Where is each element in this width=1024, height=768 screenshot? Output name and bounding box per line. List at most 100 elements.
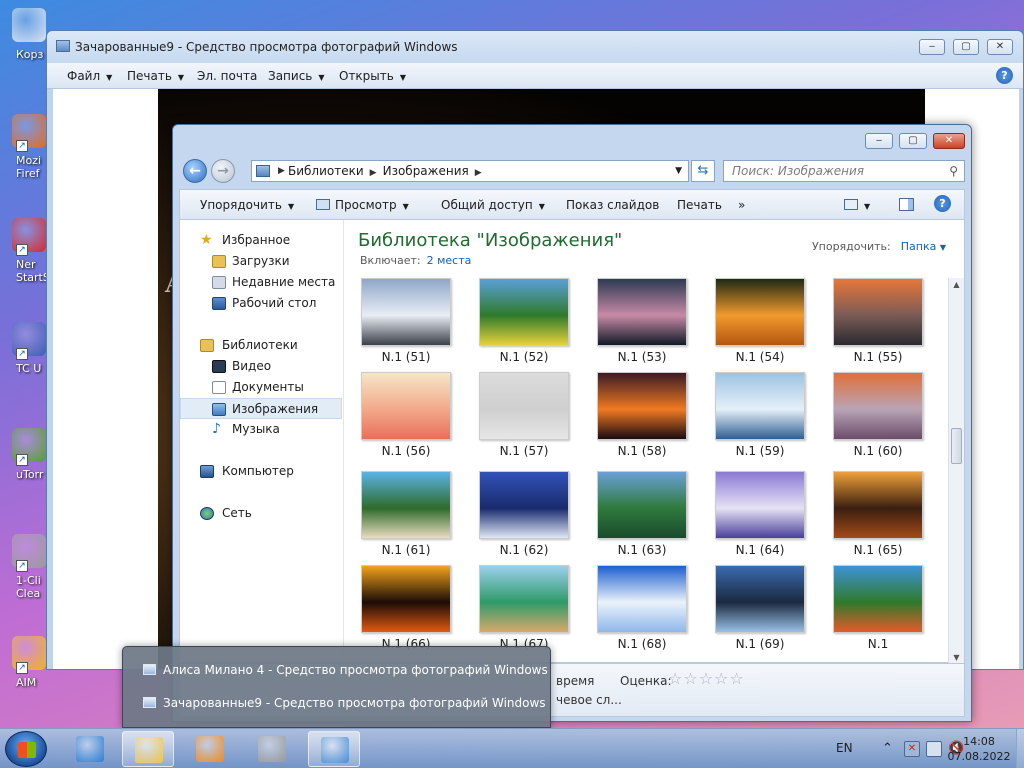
nav-desktop[interactable]: Рабочий стол <box>180 293 342 314</box>
menu-burn[interactable]: Запись ▼ <box>268 69 325 83</box>
image-tile[interactable]: N.1 (51) <box>360 278 452 374</box>
help-icon[interactable]: ? <box>996 67 1013 84</box>
image-tile[interactable]: N.1 (58) <box>596 372 688 468</box>
taskbar-button[interactable] <box>184 731 236 767</box>
breadcrumb-libraries[interactable]: Библиотеки <box>288 164 364 178</box>
image-tile[interactable]: N.1 (62) <box>478 471 570 567</box>
star-icon[interactable]: ☆ <box>683 669 698 688</box>
image-tile[interactable]: N.1 (61) <box>360 471 452 567</box>
nav-network[interactable]: Сеть <box>180 503 342 524</box>
nav-video[interactable]: Видео <box>180 356 342 377</box>
image-thumbnail[interactable] <box>833 471 923 539</box>
menu-print[interactable]: Печать ▼ <box>127 69 184 83</box>
search-input[interactable]: Поиск: Изображения ⚲ <box>723 160 965 182</box>
print-button[interactable]: Печать <box>677 198 722 212</box>
image-thumbnail[interactable] <box>361 471 451 539</box>
explorer-titlebar[interactable]: ‒ ▢ ✕ <box>173 125 971 155</box>
taskbar-button[interactable] <box>246 731 298 767</box>
tray-arrow-icon[interactable]: ⌃ <box>882 741 898 757</box>
desktop-shortcut[interactable]: ↗ uTorr <box>0 424 48 504</box>
image-thumbnail[interactable] <box>597 565 687 633</box>
scroll-thumb[interactable] <box>951 428 962 464</box>
minimize-button[interactable]: ‒ <box>919 39 945 55</box>
menu-email[interactable]: Эл. почта <box>197 69 257 83</box>
language-indicator[interactable]: EN <box>836 741 853 755</box>
image-thumbnail[interactable] <box>715 278 805 346</box>
action-center-icon[interactable] <box>926 741 942 757</box>
network-status-icon[interactable]: ✕ <box>904 741 920 757</box>
image-thumbnail[interactable] <box>479 471 569 539</box>
image-thumbnail[interactable] <box>361 278 451 346</box>
image-tile[interactable]: N.1 (63) <box>596 471 688 567</box>
image-tile[interactable]: N.1 (60) <box>832 372 924 468</box>
nav-downloads[interactable]: Загрузки <box>180 251 342 272</box>
scroll-up-icon[interactable]: ▲ <box>949 280 964 289</box>
search-icon[interactable]: ⚲ <box>949 161 958 181</box>
image-thumbnail[interactable] <box>361 565 451 633</box>
more-commands-button[interactable]: » <box>738 198 745 212</box>
image-thumbnail[interactable] <box>715 372 805 440</box>
back-button[interactable]: ← <box>183 159 207 183</box>
organize-button[interactable]: Упорядочить ▼ <box>200 198 294 212</box>
image-tile[interactable]: N.1 (64) <box>714 471 806 567</box>
minimize-button[interactable]: ‒ <box>865 133 893 149</box>
desktop-shortcut[interactable]: Корз <box>0 4 48 84</box>
desktop-shortcut[interactable]: ↗ Mozi Firef <box>0 110 48 190</box>
taskbar-button[interactable] <box>308 731 360 767</box>
maximize-button[interactable]: ▢ <box>899 133 927 149</box>
forward-button[interactable]: → <box>211 159 235 183</box>
refresh-button[interactable]: ⇆ <box>691 160 715 182</box>
image-tile[interactable]: N.1 (56) <box>360 372 452 468</box>
nav-music[interactable]: ♪ Музыка <box>180 419 342 440</box>
vertical-scrollbar[interactable]: ▲ ▼ <box>948 278 964 664</box>
image-tile[interactable]: N.1 (52) <box>478 278 570 374</box>
menu-file[interactable]: Файл ▼ <box>67 69 112 83</box>
image-tile[interactable]: N.1 (59) <box>714 372 806 468</box>
image-thumbnail[interactable] <box>479 278 569 346</box>
window-list-item[interactable]: Алиса Милано 4 - Средство просмотра фото… <box>141 659 548 681</box>
nav-computer[interactable]: Компьютер <box>180 461 342 482</box>
address-bar[interactable]: ▶ Библиотеки ▶ Изображения ▶ ▼ <box>251 160 689 182</box>
close-button[interactable]: ✕ <box>933 133 965 149</box>
star-icon[interactable]: ☆ <box>729 669 744 688</box>
image-thumbnail[interactable] <box>597 278 687 346</box>
image-thumbnail[interactable] <box>715 471 805 539</box>
desktop-shortcut[interactable]: ↗ 1-Cli Clea <box>0 530 48 610</box>
image-tile[interactable]: N.1 (69) <box>714 565 806 661</box>
close-button[interactable]: ✕ <box>987 39 1013 55</box>
image-thumbnail[interactable] <box>833 372 923 440</box>
image-thumbnail[interactable] <box>833 278 923 346</box>
image-thumbnail[interactable] <box>715 565 805 633</box>
image-tile[interactable]: N.1 (53) <box>596 278 688 374</box>
photo-viewer-titlebar[interactable]: Зачарованные9 - Средство просмотра фотог… <box>47 31 1023 63</box>
scroll-down-icon[interactable]: ▼ <box>949 653 964 662</box>
preview-pane-button[interactable] <box>899 198 914 212</box>
arrange-dropdown[interactable]: Папка ▼ <box>901 240 946 253</box>
nav-documents[interactable]: Документы <box>180 377 342 398</box>
view-options-button[interactable]: ▼ <box>844 198 870 212</box>
image-tile[interactable]: N.1 (57) <box>478 372 570 468</box>
image-thumbnail[interactable] <box>479 372 569 440</box>
image-thumbnail[interactable] <box>361 372 451 440</box>
image-tile[interactable]: N.1 <box>832 565 924 661</box>
star-icon[interactable]: ☆ <box>699 669 714 688</box>
slideshow-button[interactable]: Показ слайдов <box>566 198 659 212</box>
includes-link[interactable]: 2 места <box>427 254 472 267</box>
window-list-item[interactable]: Зачарованные9 - Средство просмотра фотог… <box>141 692 546 714</box>
desktop-shortcut[interactable]: ↗ Ner StartSm <box>0 214 61 294</box>
clock[interactable]: 14:08 07.08.2022 <box>944 734 1014 764</box>
desktop-shortcut[interactable]: ↗ TC U <box>0 318 48 398</box>
nav-images[interactable]: Изображения <box>180 398 342 419</box>
taskbar-button[interactable] <box>64 731 116 767</box>
menu-open[interactable]: Открыть ▼ <box>339 69 406 83</box>
image-thumbnail[interactable] <box>833 565 923 633</box>
star-icon[interactable]: ☆ <box>714 669 729 688</box>
breadcrumb-images[interactable]: Изображения <box>383 164 469 178</box>
image-thumbnail[interactable] <box>597 471 687 539</box>
help-icon[interactable]: ? <box>934 195 951 212</box>
preview-button[interactable]: Просмотр ▼ <box>316 198 409 212</box>
image-tile[interactable]: N.1 (65) <box>832 471 924 567</box>
nav-favorites[interactable]: ★ Избранное <box>180 230 342 251</box>
image-tile[interactable]: N.1 (68) <box>596 565 688 661</box>
chevron-down-icon[interactable]: ▼ <box>675 161 682 181</box>
